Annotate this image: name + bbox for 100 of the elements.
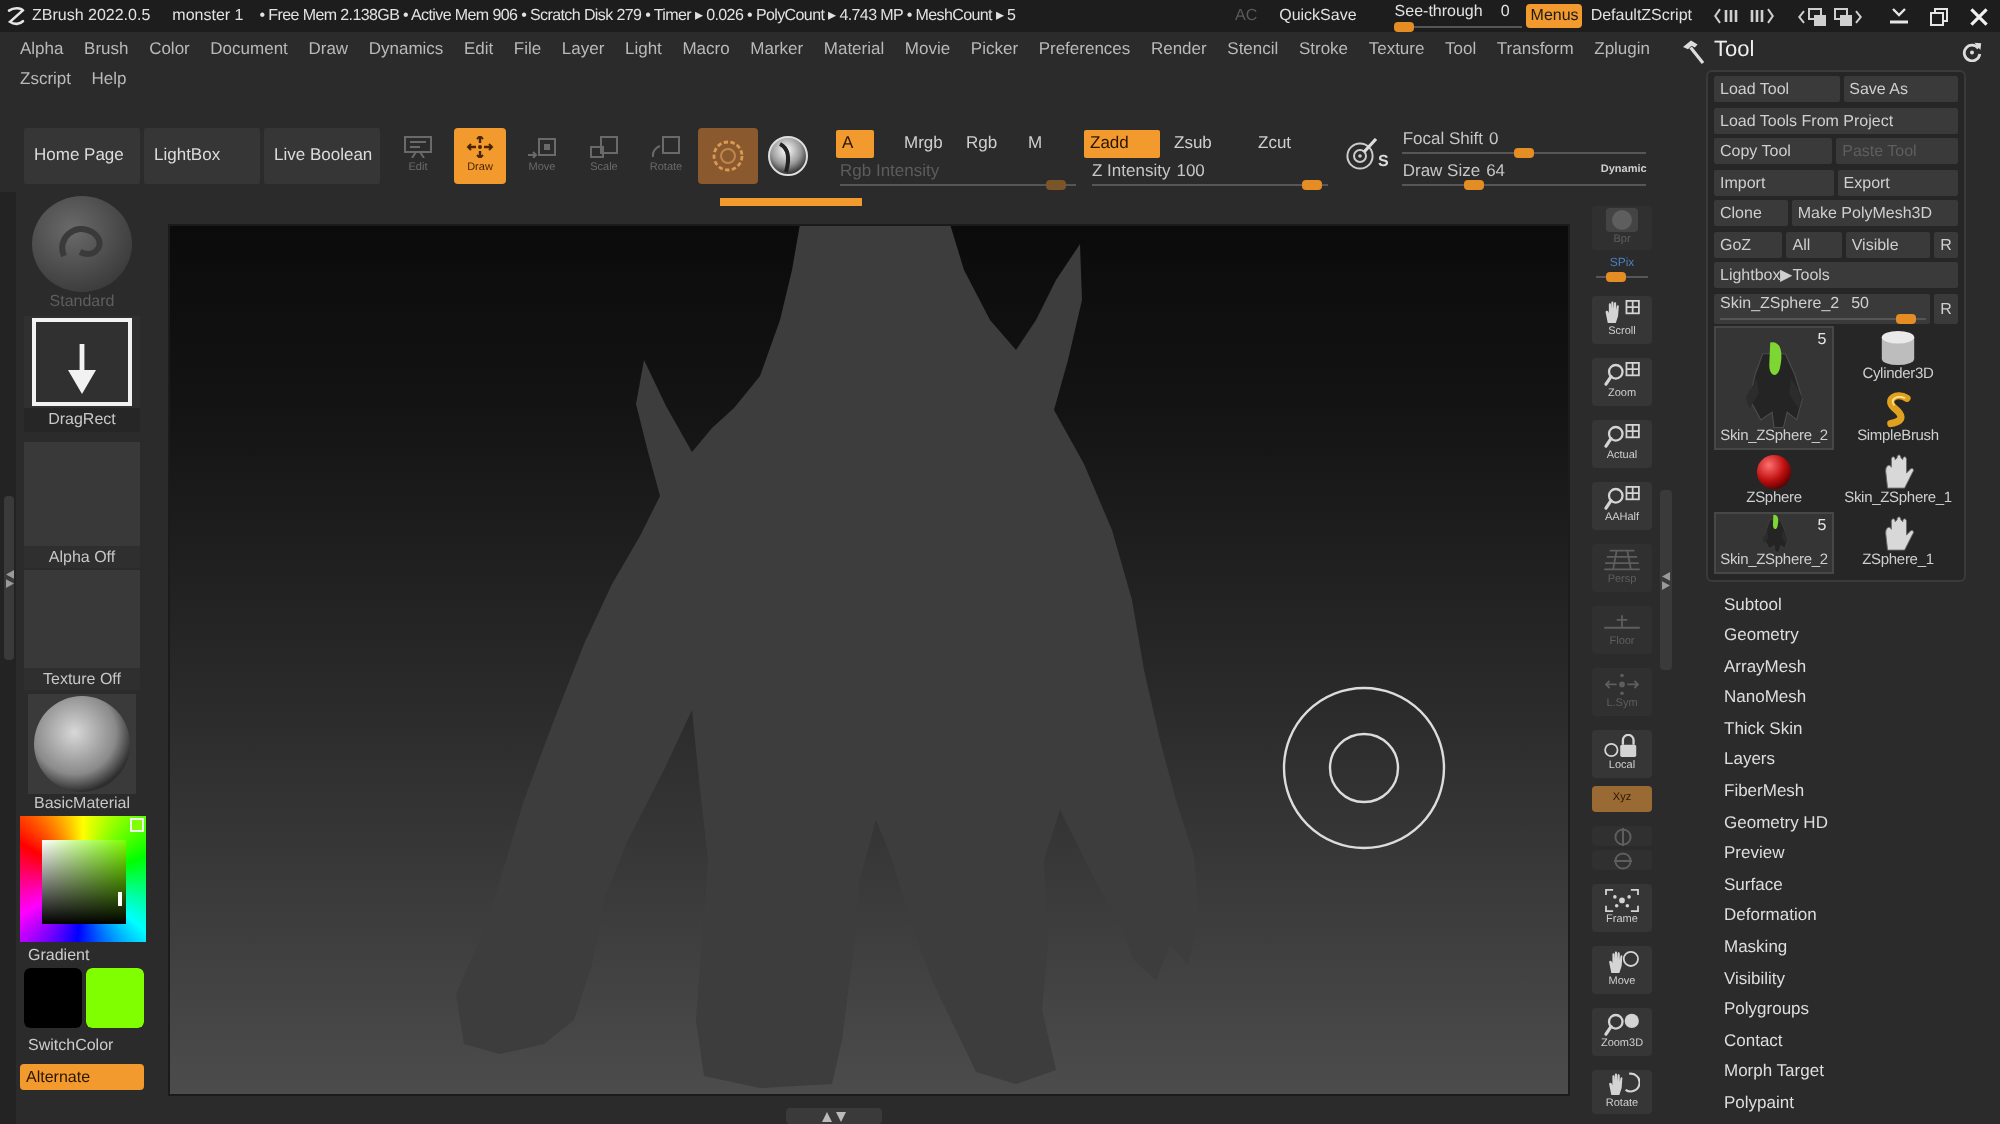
subpalette-item[interactable]: Geometry [1724, 620, 1799, 652]
channel-toggle[interactable]: M [1022, 129, 1060, 157]
channel-toggle[interactable]: A [836, 129, 874, 157]
gradient-label[interactable]: Gradient [24, 942, 90, 968]
subpalette-item[interactable]: Preview [1724, 838, 1785, 870]
palette-button[interactable]: GoZ [1714, 231, 1783, 257]
subpalette-item[interactable]: NanoMesh [1724, 682, 1807, 714]
menu-item[interactable]: Tool [1445, 39, 1477, 59]
menu-item[interactable]: Light [624, 39, 662, 59]
stroke-selector[interactable]: DragRect [24, 316, 140, 432]
menu-item[interactable]: Alpha [20, 39, 64, 59]
channel-toggle[interactable]: Rgb [960, 129, 998, 157]
toolbar-button[interactable]: LightBox [144, 128, 260, 184]
slider-thumb[interactable] [1514, 148, 1535, 158]
panel-handle[interactable] [1660, 490, 1672, 670]
brush-settings-button[interactable]: S [1346, 138, 1389, 170]
menu-item[interactable]: Movie [904, 39, 951, 59]
palette-button[interactable]: Import [1714, 169, 1834, 195]
menu-item[interactable]: Stencil [1227, 39, 1279, 59]
tool-slider[interactable]: Skin_ZSphere_2 50 [1714, 293, 1930, 323]
palette-button[interactable]: All [1786, 231, 1842, 257]
menu-item[interactable]: Texture [1368, 39, 1425, 59]
subpalette-item[interactable]: Masking [1724, 932, 1788, 964]
subpalette-item[interactable]: Polypaint [1724, 1088, 1794, 1120]
material-selector[interactable]: BasicMaterial [24, 694, 140, 816]
palette-button[interactable]: Clone [1714, 200, 1788, 226]
subpalette-item[interactable]: FiberMesh [1724, 776, 1805, 808]
title-bar-button[interactable]: DefaultZScript [1590, 6, 1692, 26]
menu-item[interactable]: Preferences [1038, 39, 1131, 59]
alternate-toggle[interactable]: Alternate [20, 1064, 144, 1090]
ring-toggle[interactable] [698, 128, 758, 184]
slider-thumb[interactable] [1301, 180, 1322, 190]
slider-thumb[interactable] [1394, 21, 1415, 31]
menu-item[interactable]: Marker [750, 39, 804, 59]
sculpt-mode-toggle[interactable]: Zadd [1084, 129, 1160, 157]
restore-icon[interactable] [1930, 7, 1948, 25]
subpalette-item[interactable]: Polygroups [1724, 994, 1810, 1026]
palette-button[interactable]: Lightbox▶Tools [1714, 262, 1958, 288]
menu-item[interactable]: Brush [84, 39, 129, 59]
subpalette-item[interactable]: Surface [1724, 869, 1783, 901]
menus-toggle[interactable]: Menus [1526, 4, 1583, 28]
subpalette-item[interactable]: ArrayMesh [1724, 651, 1807, 683]
subpalette-item[interactable]: Thick Skin [1724, 713, 1803, 745]
color-picker[interactable] [20, 816, 146, 942]
menu-item[interactable]: Stroke [1298, 39, 1349, 59]
bars-left-arrow-icon[interactable] [1714, 8, 1740, 24]
menu-item[interactable]: File [513, 39, 542, 59]
subpalette-item[interactable]: Geometry HD [1724, 807, 1828, 839]
menu-item[interactable]: Zplugin [1594, 39, 1651, 59]
panel-handle[interactable] [786, 1108, 882, 1124]
menu-item[interactable]: Macro [682, 39, 730, 59]
color-swatch-icon[interactable] [24, 968, 82, 1028]
slider-thumb[interactable] [1463, 180, 1484, 190]
palette-button[interactable]: Visible [1845, 231, 1930, 257]
palette-button[interactable]: R [1933, 231, 1958, 257]
alpha-selector[interactable]: Alpha Off [24, 442, 140, 568]
slider-track[interactable] [1394, 21, 1523, 31]
refresh-icon[interactable] [1962, 41, 1982, 61]
toolbar-button[interactable]: Home Page [24, 128, 140, 184]
menu-item[interactable]: Draw [308, 39, 349, 59]
subpalette-item[interactable]: Subtool [1724, 589, 1782, 621]
sculpt-mode-toggle[interactable]: Zcut [1252, 129, 1328, 157]
windows-right-arrow-icon[interactable] [1834, 7, 1862, 25]
menu-item[interactable]: Layer [561, 39, 605, 59]
menu-item[interactable]: Zscript [20, 69, 71, 89]
menu-item[interactable]: Picker [970, 39, 1019, 59]
subpalette-item[interactable]: Visibility [1724, 963, 1786, 995]
menu-item[interactable]: Edit [463, 39, 494, 59]
minimize-icon[interactable] [1890, 8, 1908, 24]
switch-color-label[interactable]: SwitchColor [24, 1032, 114, 1058]
slider-thumb[interactable] [1605, 272, 1626, 282]
title-bar-button[interactable]: QuickSave [1279, 6, 1357, 26]
palette-button[interactable]: Save As [1843, 76, 1959, 102]
reset-button[interactable]: R [1934, 293, 1958, 323]
subpalette-item[interactable]: Deformation [1724, 900, 1817, 933]
subpalette-item[interactable]: Contact [1724, 1025, 1783, 1057]
color-swatch-icon[interactable] [86, 968, 144, 1028]
material-sphere-icon[interactable] [768, 136, 808, 176]
menu-item[interactable]: Material [823, 39, 885, 59]
menu-item[interactable]: Transform [1496, 39, 1574, 59]
bars-right-arrow-icon[interactable] [1748, 8, 1774, 24]
menu-item[interactable]: Dynamics [368, 39, 444, 59]
palette-button[interactable]: Load Tool [1714, 76, 1840, 102]
close-icon[interactable] [1970, 7, 1988, 25]
menu-item[interactable]: Render [1150, 39, 1207, 59]
palette-button[interactable]: Make PolyMesh3D [1791, 200, 1959, 226]
sculpt-mode-toggle[interactable]: Zsub [1168, 129, 1244, 157]
slider-track[interactable] [1092, 180, 1328, 190]
slider-thumb[interactable] [1896, 313, 1917, 323]
palette-button[interactable]: Load Tools From Project [1714, 107, 1958, 133]
toolbar-button[interactable]: Live Boolean [264, 128, 380, 184]
windows-left-arrow-icon[interactable] [1798, 7, 1826, 25]
menu-item[interactable]: Help [91, 69, 127, 89]
palette-button[interactable]: Export [1837, 169, 1959, 195]
palette-button[interactable]: Copy Tool [1714, 138, 1833, 164]
subpalette-item[interactable]: Layers [1724, 744, 1776, 777]
panel-handle[interactable] [4, 496, 14, 660]
menu-item[interactable]: Document [210, 39, 288, 59]
menu-item[interactable]: Color [149, 39, 190, 59]
subpalette-item[interactable]: Morph Target [1724, 1056, 1824, 1088]
